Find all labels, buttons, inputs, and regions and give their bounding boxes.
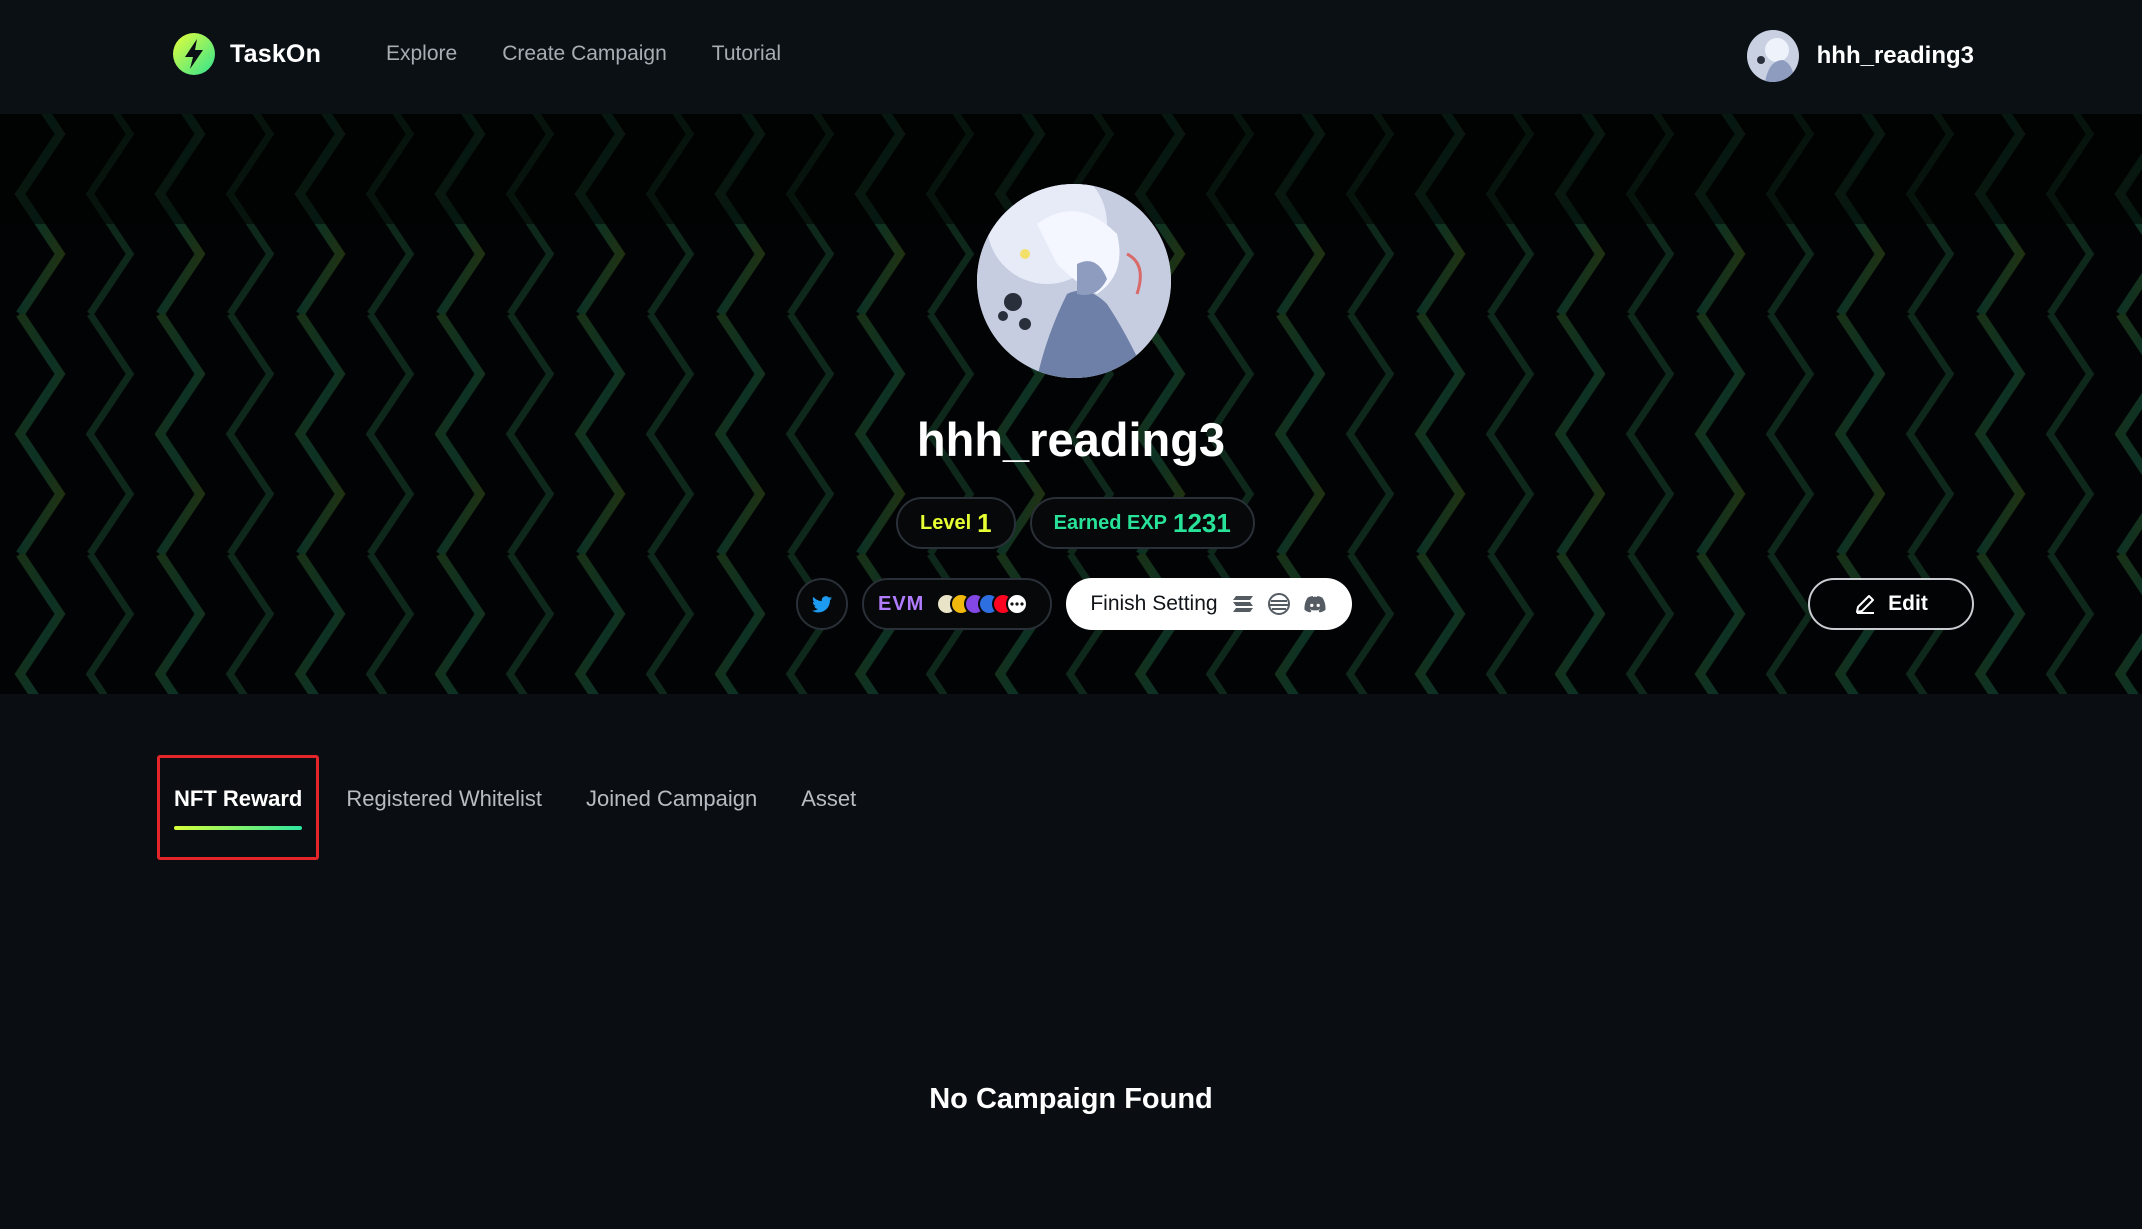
app-name: TaskOn bbox=[230, 39, 322, 68]
more-chains-icon bbox=[1006, 593, 1029, 615]
tab-registered-whitelist-label: Registered Whitelist bbox=[346, 786, 542, 811]
level-label: Level bbox=[920, 511, 972, 534]
taskon-logo[interactable]: TaskOn bbox=[172, 32, 321, 76]
edit-label: Edit bbox=[1888, 592, 1928, 615]
user-avatar bbox=[1746, 30, 1799, 82]
tab-joined-campaign[interactable]: Joined Campaign bbox=[586, 786, 757, 832]
exp-label: Earned EXP bbox=[1053, 511, 1168, 534]
tab-asset-label: Asset bbox=[801, 786, 857, 811]
finish-setting-label: Finish Setting bbox=[1090, 592, 1218, 615]
profile-username: hhh_reading3 bbox=[916, 413, 1226, 466]
lightning-logo-icon bbox=[173, 33, 215, 75]
edit-profile-button[interactable]: Edit bbox=[1808, 578, 1974, 630]
user-menu[interactable]: hhh_reading3 bbox=[1746, 30, 1974, 82]
evm-label: EVM bbox=[878, 592, 925, 615]
finish-setting-button[interactable]: Finish Setting bbox=[1066, 578, 1352, 630]
solana-icon bbox=[1232, 596, 1253, 612]
tab-joined-campaign-label: Joined Campaign bbox=[586, 786, 758, 811]
profile-avatar-image bbox=[977, 184, 1171, 378]
pencil-icon bbox=[1856, 595, 1875, 614]
stats-row: Level 1 Earned EXP 1231 bbox=[896, 497, 1255, 549]
tab-nft-reward-label: NFT Reward bbox=[174, 786, 303, 811]
discord-icon bbox=[1304, 596, 1326, 613]
top-navigation-bar: TaskOn Explore Create Campaign Tutorial … bbox=[0, 0, 2142, 114]
tab-asset[interactable]: Asset bbox=[801, 786, 856, 832]
twitter-icon bbox=[812, 595, 832, 612]
tab-nft-reward[interactable]: NFT Reward bbox=[174, 786, 303, 832]
nav-tutorial[interactable]: Tutorial bbox=[712, 42, 781, 66]
exp-value: 1231 bbox=[1173, 507, 1231, 538]
user-menu-username: hhh_reading3 bbox=[1816, 42, 1974, 69]
aptos-icon bbox=[1267, 593, 1290, 615]
level-value: 1 bbox=[977, 507, 992, 538]
exp-badge: Earned EXP 1231 bbox=[1029, 497, 1255, 549]
social-row: EVM Finish Setting bbox=[796, 578, 1352, 630]
finish-setting-icons bbox=[1232, 593, 1326, 615]
twitter-button[interactable] bbox=[796, 578, 848, 630]
level-badge: Level 1 bbox=[896, 497, 1016, 549]
tab-registered-whitelist[interactable]: Registered Whitelist bbox=[346, 786, 542, 832]
evm-wallet-button[interactable]: EVM bbox=[862, 578, 1053, 630]
profile-avatar bbox=[977, 184, 1171, 378]
nav-create-campaign[interactable]: Create Campaign bbox=[502, 42, 667, 66]
empty-state-message: No Campaign Found bbox=[929, 1083, 1213, 1115]
avatar-image bbox=[1746, 30, 1799, 82]
profile-banner: hhh_reading3 Level 1 Earned EXP 1231 EVM bbox=[0, 114, 2142, 694]
chain-icons bbox=[936, 593, 1029, 615]
nav-explore[interactable]: Explore bbox=[386, 42, 457, 66]
profile-tabs: NFT Reward Registered Whitelist Joined C… bbox=[174, 786, 856, 832]
main-nav: Explore Create Campaign Tutorial bbox=[386, 42, 781, 66]
active-tab-underline bbox=[174, 826, 303, 830]
